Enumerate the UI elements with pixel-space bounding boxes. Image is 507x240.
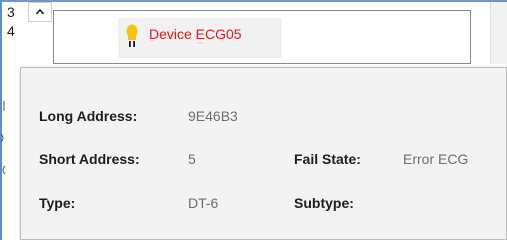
row-number-4: 4: [7, 23, 15, 39]
type-label: Type:: [39, 195, 76, 211]
fail-state-label: Fail State:: [294, 151, 361, 167]
window-left-border: [0, 0, 2, 240]
long-address-label: Long Address:: [39, 108, 138, 124]
subtype-label: Subtype:: [294, 195, 354, 211]
device-name[interactable]: Device ECG05: [149, 26, 242, 42]
bulb-icon: [126, 24, 138, 47]
fail-state-value: Error ECG: [403, 151, 469, 167]
tree-connector-glyph: [0, 98, 6, 111]
right-panel-edge: [490, 2, 507, 64]
window-top-border: [0, 0, 507, 2]
type-value: DT-6: [188, 195, 219, 211]
collapse-button[interactable]: [28, 2, 52, 22]
row-number-3: 3: [7, 4, 15, 20]
chevron-up-icon: [35, 8, 45, 15]
tree-connector-glyph: [0, 162, 6, 175]
short-address-label: Short Address:: [39, 151, 140, 167]
short-address-value: 5: [188, 151, 196, 167]
tree-connector-glyph: [0, 130, 6, 143]
long-address-value: 9E46B3: [188, 108, 238, 124]
device-info-tooltip: Long Address: 9E46B3 Short Address: 5 Fa…: [20, 67, 507, 240]
